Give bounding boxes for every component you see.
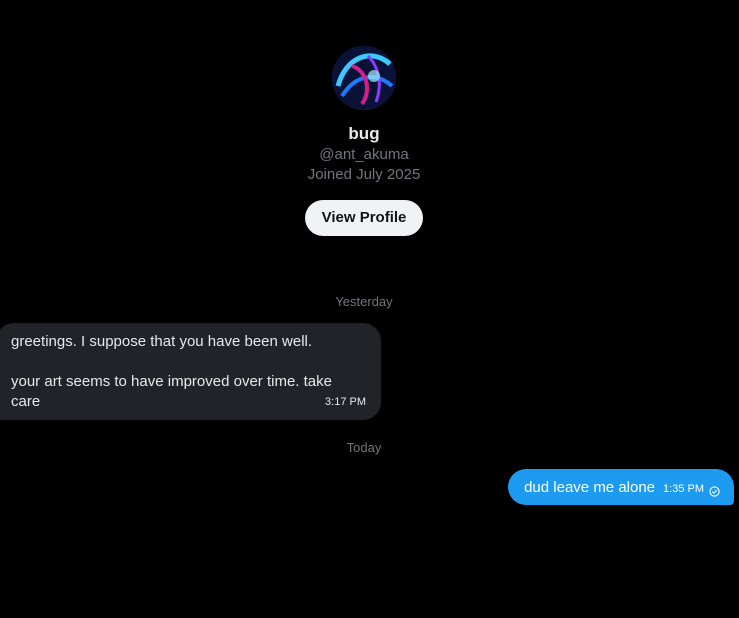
- message-timestamp: 1:35 PM: [663, 483, 704, 495]
- outgoing-message[interactable]: dud leave me alone 1:35 PM: [508, 469, 734, 505]
- profile-handle: @ant_akuma: [319, 146, 409, 163]
- profile-header: bug @ant_akuma Joined July 2025 View Pro…: [0, 46, 728, 236]
- message-timestamp: 3:17 PM: [325, 396, 366, 408]
- message-text-line: your art seems to have improved over tim…: [11, 373, 332, 390]
- date-separator-yesterday: Yesterday: [335, 294, 393, 309]
- date-separator-today: Today: [346, 440, 382, 455]
- incoming-message[interactable]: greetings. I suppose that you have been …: [0, 323, 381, 420]
- message-text-line: greetings. I suppose that you have been …: [11, 333, 313, 350]
- message-text-line: care: [11, 393, 41, 410]
- view-profile-button[interactable]: View Profile: [304, 200, 424, 236]
- dm-conversation: bug @ant_akuma Joined July 2025 View Pro…: [0, 0, 739, 618]
- avatar[interactable]: [332, 46, 396, 110]
- profile-joined-date: Joined July 2025: [307, 166, 421, 183]
- profile-name: bug: [348, 124, 380, 143]
- message-text: dud leave me alone: [524, 478, 656, 496]
- sent-check-icon: [709, 484, 720, 497]
